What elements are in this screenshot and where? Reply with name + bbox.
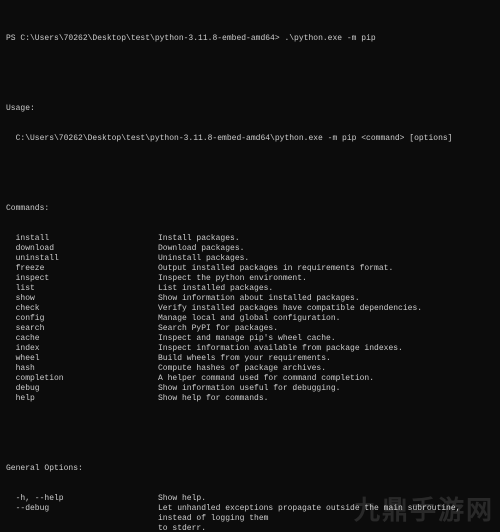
help-row: helpShow help for commands. [6, 394, 496, 404]
option-name: -h, --help [6, 494, 158, 504]
help-row: debugShow information useful for debuggi… [6, 384, 496, 394]
option-name: index [6, 344, 158, 354]
blank-line [6, 164, 496, 174]
prompt-line-1: PS C:\Users\70262\Desktop\test\python-3.… [6, 34, 496, 44]
option-desc: Show help for commands. [158, 394, 496, 404]
option-desc: Install packages. [158, 234, 496, 244]
help-row: searchSearch PyPI for packages. [6, 324, 496, 334]
option-name: help [6, 394, 158, 404]
help-row: installInstall packages. [6, 234, 496, 244]
option-name: freeze [6, 264, 158, 274]
help-row: checkVerify installed packages have comp… [6, 304, 496, 314]
option-name: search [6, 324, 158, 334]
entered-command: .\python.exe -m pip [280, 34, 376, 43]
option-desc: Download packages. [158, 244, 496, 254]
option-desc-cont: to stderr. [6, 524, 496, 532]
option-name: config [6, 314, 158, 324]
option-name: hash [6, 364, 158, 374]
option-desc: List installed packages. [158, 284, 496, 294]
help-row: wheelBuild wheels from your requirements… [6, 354, 496, 364]
option-desc: Build wheels from your requirements. [158, 354, 496, 364]
options-header: General Options: [6, 464, 496, 474]
option-name: inspect [6, 274, 158, 284]
commands-header: Commands: [6, 204, 496, 214]
help-row: uninstallUninstall packages. [6, 254, 496, 264]
option-name: uninstall [6, 254, 158, 264]
cwd-path: C:\Users\70262\Desktop\test\python-3.11.… [20, 34, 279, 43]
option-desc: Verify installed packages have compatibl… [158, 304, 496, 314]
ps-prefix: PS [6, 34, 20, 43]
option-desc: Show help. [158, 494, 496, 504]
usage-header: Usage: [6, 104, 496, 114]
option-name: wheel [6, 354, 158, 364]
help-row: completionA helper command used for comm… [6, 374, 496, 384]
option-desc: Manage local and global configuration. [158, 314, 496, 324]
help-row: --debugLet unhandled exceptions propagat… [6, 504, 496, 524]
help-row: cacheInspect and manage pip's wheel cach… [6, 334, 496, 344]
option-name: list [6, 284, 158, 294]
help-row: hashCompute hashes of package archives. [6, 364, 496, 374]
option-desc: Inspect information available from packa… [158, 344, 496, 354]
help-row: downloadDownload packages. [6, 244, 496, 254]
option-desc: Inspect the python environment. [158, 274, 496, 284]
option-desc: A helper command used for command comple… [158, 374, 496, 384]
option-name: completion [6, 374, 158, 384]
option-name: --debug [6, 504, 158, 524]
option-name: download [6, 244, 158, 254]
help-row: configManage local and global configurat… [6, 314, 496, 324]
option-desc: Search PyPI for packages. [158, 324, 496, 334]
usage-line: C:\Users\70262\Desktop\test\python-3.11.… [6, 134, 496, 144]
blank-line [6, 64, 496, 74]
option-name: install [6, 234, 158, 244]
option-desc: Show information about installed package… [158, 294, 496, 304]
option-desc: Compute hashes of package archives. [158, 364, 496, 374]
blank-line [6, 424, 496, 434]
help-row: listList installed packages. [6, 284, 496, 294]
option-desc: Inspect and manage pip's wheel cache. [158, 334, 496, 344]
option-desc: Show information useful for debugging. [158, 384, 496, 394]
terminal-output[interactable]: PS C:\Users\70262\Desktop\test\python-3.… [0, 0, 500, 532]
option-desc: Let unhandled exceptions propagate outsi… [158, 504, 496, 524]
option-desc: Uninstall packages. [158, 254, 496, 264]
help-row: freezeOutput installed packages in requi… [6, 264, 496, 274]
help-row: inspectInspect the python environment. [6, 274, 496, 284]
help-row: indexInspect information available from … [6, 344, 496, 354]
help-row: showShow information about installed pac… [6, 294, 496, 304]
option-name: check [6, 304, 158, 314]
option-name: show [6, 294, 158, 304]
option-name: cache [6, 334, 158, 344]
option-name: debug [6, 384, 158, 394]
help-row: -h, --helpShow help. [6, 494, 496, 504]
option-desc: Output installed packages in requirement… [158, 264, 496, 274]
